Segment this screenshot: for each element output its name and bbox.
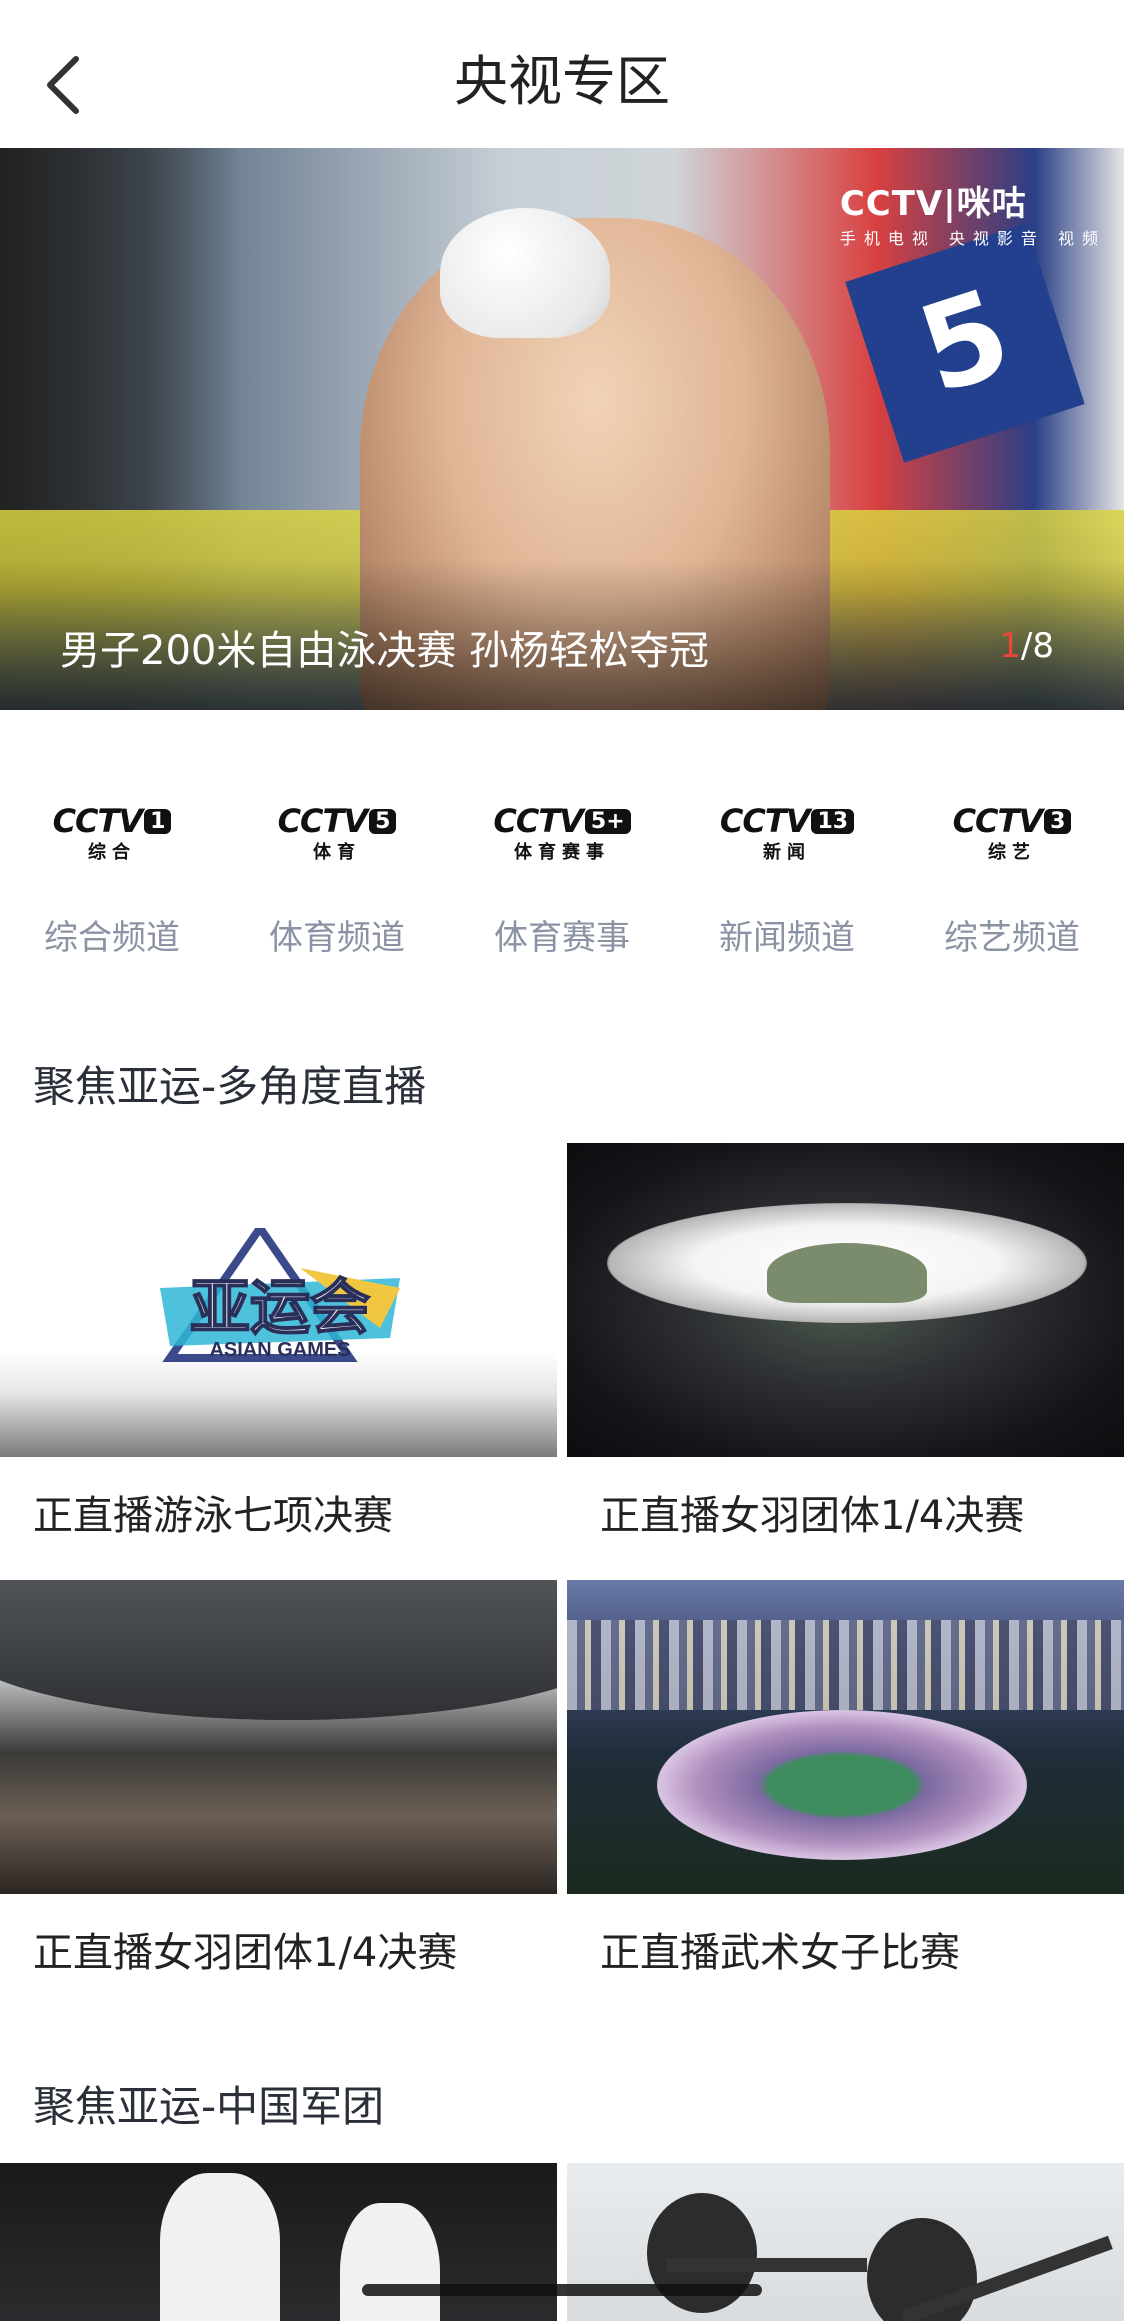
section-title: 聚焦亚运-中国军团: [33, 2082, 385, 2131]
channel-label: 综合频道: [44, 918, 180, 958]
video-card[interactable]: 正直播武术女子比赛: [567, 1580, 1124, 1976]
video-thumbnail: 亚运会 ASIAN GAMES: [0, 1143, 557, 1457]
channel-item-cctv5[interactable]: CCTV 5 体育 体育频道: [225, 790, 449, 970]
cctv-logo-icon: CCTV 1 综合: [53, 802, 172, 863]
stadium-aerial: [657, 1710, 1027, 1860]
hero-caption: 男子200米自由泳决赛 孙杨轻松夺冠: [60, 628, 710, 674]
video-title: 正直播武术女子比赛: [600, 1930, 960, 1976]
cctv-logo-icon: CCTV 5+ 体育赛事: [493, 802, 631, 863]
channel-item-cctv13[interactable]: CCTV 13 新闻 新闻频道: [675, 790, 899, 970]
city-skyline: [567, 1620, 1124, 1710]
hero-banner[interactable]: 5 CCTV|咪咕 手机电视 央视影音 视频 男子200米自由泳决赛 孙杨轻松夺…: [0, 148, 1124, 710]
svg-text:亚运会: 亚运会: [190, 1274, 370, 1341]
lane-number: 5: [845, 223, 1085, 463]
fencer-figure: [160, 2173, 280, 2321]
video-title: 正直播游泳七项决赛: [33, 1493, 393, 1539]
cctv-logo-icon: CCTV 13 新闻: [720, 802, 855, 863]
channel-label: 体育频道: [269, 918, 405, 958]
video-card[interactable]: 正直播女羽团体1/4决赛: [567, 1143, 1124, 1539]
channel-item-cctv5plus[interactable]: CCTV 5+ 体育赛事 体育赛事: [450, 790, 674, 970]
video-title: 正直播女羽团体1/4决赛: [33, 1930, 458, 1976]
broadcaster-watermark: CCTV|咪咕 手机电视 央视影音 视频: [840, 176, 1106, 249]
video-title: 正直播女羽团体1/4决赛: [600, 1493, 1025, 1539]
video-card[interactable]: 正直播女羽团体1/4决赛: [0, 1580, 557, 1976]
channel-item-cctv3[interactable]: CCTV 3 综艺 综艺频道: [900, 790, 1124, 970]
carousel-total: /8: [1020, 626, 1054, 666]
rifle-shape: [667, 2258, 867, 2272]
swim-cap: [440, 208, 610, 338]
section-title: 聚焦亚运-多角度直播: [33, 1062, 427, 1111]
stage-island: [767, 1243, 927, 1303]
carousel-counter: 1/8: [999, 626, 1054, 666]
video-thumbnail: [0, 1580, 557, 1894]
video-thumbnail: [0, 2163, 557, 2321]
channel-label: 新闻频道: [719, 918, 855, 958]
channel-label: 综艺频道: [944, 918, 1080, 958]
video-card[interactable]: [567, 2163, 1124, 2321]
cctv-logo-icon: CCTV 3 综艺: [953, 802, 1072, 863]
watermark-sub: 手机电视 央视影音 视频: [839, 229, 1106, 248]
video-thumbnail: [567, 1580, 1124, 1894]
page-title: 央视专区: [454, 50, 670, 113]
svg-text:ASIAN GAMES: ASIAN GAMES: [209, 1339, 350, 1361]
video-card[interactable]: [0, 2163, 557, 2321]
fencer-figure: [340, 2203, 440, 2321]
asian-games-badge-icon: 亚运会 ASIAN GAMES: [160, 1228, 400, 1362]
video-thumbnail: [567, 2163, 1124, 2321]
stadium-roof: [0, 1580, 557, 1720]
video-thumbnail: [567, 1143, 1124, 1457]
home-indicator[interactable]: [362, 2284, 762, 2296]
video-card[interactable]: 亚运会 ASIAN GAMES 正直播游泳七项决赛: [0, 1143, 557, 1539]
channel-label: 体育赛事: [494, 918, 630, 958]
carousel-current: 1: [999, 626, 1021, 666]
header-bar: 央视专区: [0, 0, 1124, 148]
channel-item-cctv1[interactable]: CCTV 1 综合 综合频道: [0, 790, 224, 970]
watermark-main: CCTV|咪咕: [839, 184, 1027, 224]
cctv-logo-icon: CCTV 5 体育: [278, 802, 397, 863]
channel-list: CCTV 1 综合 综合频道 CCTV 5 体育 体育频道 CCTV 5+ 体育赛事 …: [0, 790, 1124, 970]
